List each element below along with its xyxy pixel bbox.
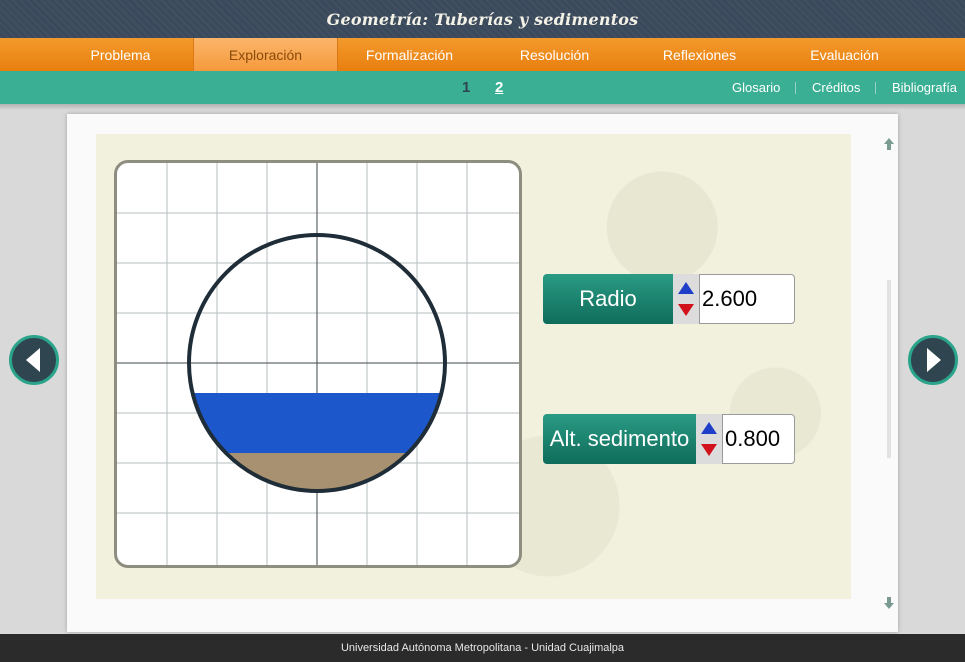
sediment-region <box>189 453 445 491</box>
chevron-right-icon <box>927 348 941 372</box>
tab-evaluacion[interactable]: Evaluación <box>772 38 917 71</box>
scrollbar-track[interactable] <box>887 280 891 458</box>
scroll-down-arrow[interactable] <box>883 597 895 609</box>
title-bar: Geometría: Tuberías y sedimentos <box>0 0 965 38</box>
sediment-height-decrement-button[interactable] <box>698 439 720 461</box>
tab-exploracion[interactable]: Exploración <box>193 38 338 71</box>
link-glosario[interactable]: Glosario <box>732 71 780 104</box>
sediment-height-input[interactable]: 0.800 <box>722 414 795 464</box>
previous-button[interactable] <box>9 335 59 385</box>
chevron-left-icon <box>26 348 40 372</box>
sediment-height-spinner <box>696 414 722 464</box>
nav-divider <box>795 82 796 94</box>
pipe-cross-section-svg <box>117 163 519 565</box>
radius-input[interactable]: 2.600 <box>699 274 795 324</box>
page-link-2[interactable]: 2 <box>495 71 503 104</box>
pipe-graph <box>114 160 522 568</box>
app-title: Geometría: Tuberías y sedimentos <box>326 9 639 29</box>
radius-label: Radio <box>543 274 673 324</box>
next-button[interactable] <box>908 335 958 385</box>
main-nav: Problema Exploración Formalización Resol… <box>0 38 965 72</box>
triangle-down-icon <box>701 444 717 456</box>
footer-text: Universidad Autónoma Metropolitana - Uni… <box>340 642 625 654</box>
nav-shadow <box>0 104 965 110</box>
scroll-up-arrow[interactable] <box>883 138 895 150</box>
arrow-down-icon <box>884 597 894 609</box>
sediment-height-label: Alt. sedimento <box>543 414 696 464</box>
tab-formalizacion[interactable]: Formalización <box>337 38 482 71</box>
footer: Universidad Autónoma Metropolitana - Uni… <box>0 634 965 662</box>
link-creditos[interactable]: Créditos <box>812 71 860 104</box>
link-bibliografia[interactable]: Bibliografía <box>892 71 957 104</box>
radius-increment-button[interactable] <box>675 277 697 299</box>
arrow-up-icon <box>884 138 894 150</box>
water-region <box>189 393 445 453</box>
radius-spinner <box>673 274 699 324</box>
sediment-height-increment-button[interactable] <box>698 417 720 439</box>
radius-decrement-button[interactable] <box>675 299 697 321</box>
tab-problema[interactable]: Problema <box>48 38 193 71</box>
grid-lines <box>117 163 519 565</box>
tab-reflexiones[interactable]: Reflexiones <box>627 38 772 71</box>
triangle-up-icon <box>678 282 694 294</box>
tab-resolucion[interactable]: Resolución <box>482 38 627 71</box>
nav-divider <box>875 82 876 94</box>
triangle-up-icon <box>701 422 717 434</box>
sub-nav: 1 2 Glosario Créditos Bibliografía <box>0 71 965 104</box>
triangle-down-icon <box>678 304 694 316</box>
page-link-1[interactable]: 1 <box>462 71 470 104</box>
axes <box>117 163 519 565</box>
